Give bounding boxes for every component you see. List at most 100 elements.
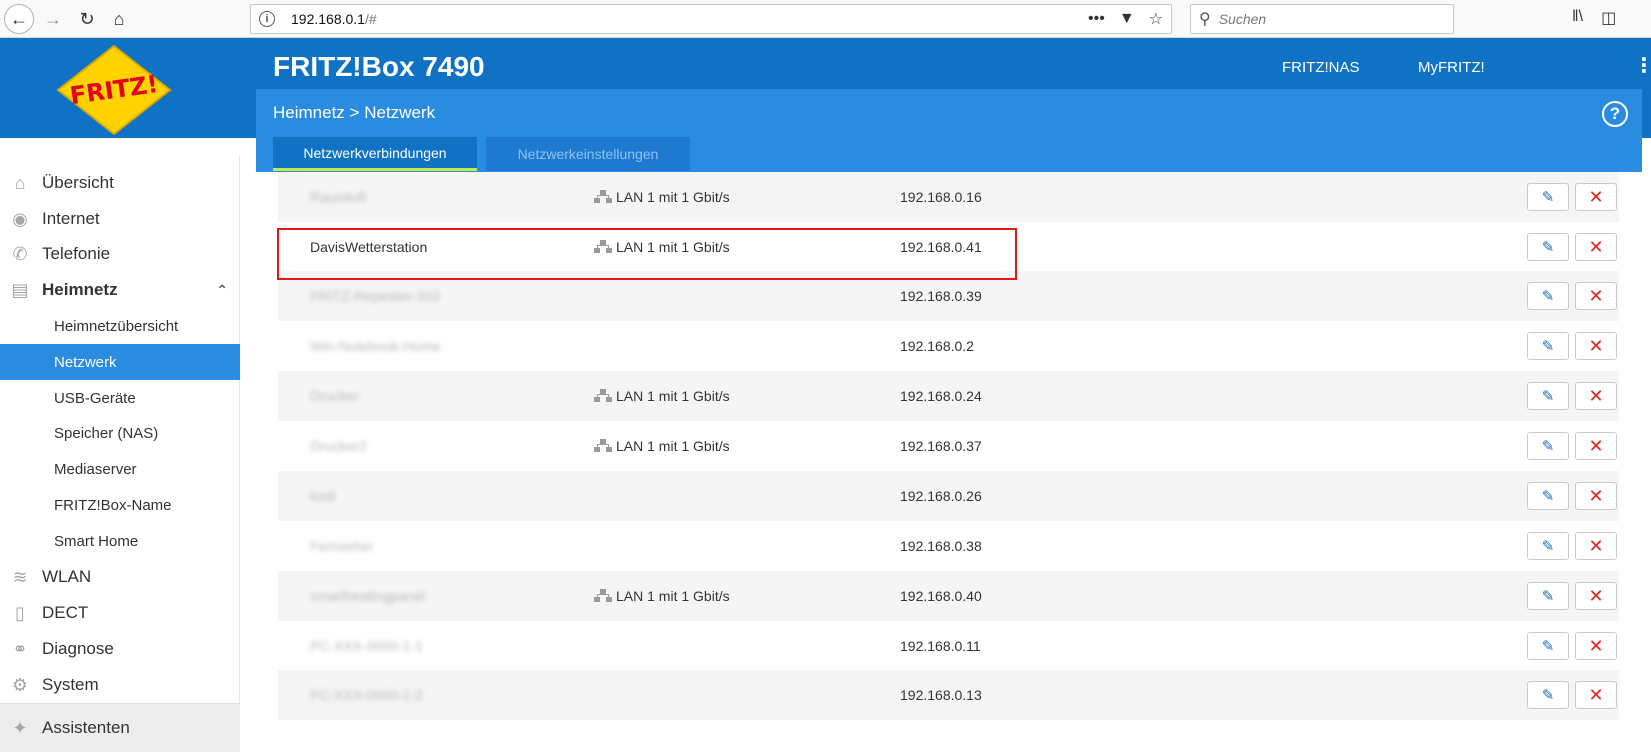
link-myfritz[interactable]: MyFRITZ! <box>1418 59 1485 76</box>
edit-button[interactable]: ✎ <box>1527 432 1569 460</box>
pencil-icon: ✎ <box>1541 638 1555 655</box>
breadcrumb-separator-icon: > <box>349 103 360 122</box>
sidebar-item-label: Telefonie <box>42 244 111 263</box>
sidebar-item-system[interactable]: ⚙ System <box>0 667 240 703</box>
delete-button[interactable]: ✕ <box>1575 332 1617 360</box>
sidebar-item-dect[interactable]: ▯ DECT <box>0 595 240 631</box>
connection-label: LAN 1 mit 1 Gbit/s <box>616 438 730 454</box>
reload-button[interactable]: ↻ <box>72 4 102 34</box>
device-connection: LAN 1 mit 1 Gbit/s <box>594 189 730 205</box>
close-icon: ✕ <box>1588 435 1604 456</box>
system-icon: ⚙ <box>11 674 29 695</box>
lan-icon <box>594 389 612 403</box>
chevron-up-icon: ⌃ <box>216 281 228 298</box>
device-name: Fernseher <box>310 538 374 554</box>
device-ip: 192.168.0.26 <box>900 488 982 504</box>
reload-icon: ↻ <box>79 8 95 29</box>
sidebar-item-assistenten[interactable]: ✦ Assistenten <box>0 703 240 752</box>
search-input[interactable]: ⚲ Suchen <box>1190 4 1454 34</box>
tab-netzwerkeinstellungen[interactable]: Netzwerkeinstellungen <box>486 137 690 171</box>
edit-button[interactable]: ✎ <box>1527 532 1569 560</box>
fritz-logo[interactable]: FRITZ! <box>54 44 174 136</box>
sidebar-subitem-fritzbox-name[interactable]: FRITZ!Box-Name <box>0 487 240 523</box>
help-icon[interactable]: ? <box>1602 101 1628 127</box>
close-icon: ✕ <box>1588 385 1604 406</box>
edit-button[interactable]: ✎ <box>1527 183 1569 211</box>
back-button[interactable]: ← <box>4 4 34 34</box>
sidebar-item-telefonie[interactable]: ✆ Telefonie <box>0 236 240 272</box>
sidebar-subitem-usb-geraete[interactable]: USB-Geräte <box>0 380 240 416</box>
kebab-menu-icon[interactable]: ⋮ <box>1634 56 1651 76</box>
tab-netzwerkverbindungen[interactable]: Netzwerkverbindungen <box>273 137 477 171</box>
arrow-left-icon: ← <box>10 8 28 29</box>
sidebar-item-uebersicht[interactable]: ⌂ Übersicht <box>0 165 240 201</box>
device-name: Raumluft <box>310 189 367 205</box>
edit-button[interactable]: ✎ <box>1527 681 1569 709</box>
delete-button[interactable]: ✕ <box>1575 582 1617 610</box>
pocket-icon[interactable]: ▼ <box>1119 10 1135 28</box>
connection-label: LAN 1 mit 1 Gbit/s <box>616 588 730 604</box>
device-connection: LAN 1 mit 1 Gbit/s <box>594 239 730 255</box>
breadcrumb: Heimnetz > Netzwerk <box>273 103 435 123</box>
sidebar-subitem-heimnetzuebersicht[interactable]: Heimnetzübersicht <box>0 308 240 344</box>
sidebar-item-label: Internet <box>42 209 100 228</box>
sidebar-subitem-mediaserver[interactable]: Mediaserver <box>0 451 240 487</box>
device-name: smartheatingpanel <box>310 588 426 604</box>
url-bar[interactable]: i 192.168.0.1/# ••• ▼ ☆ <box>250 4 1172 34</box>
edit-button[interactable]: ✎ <box>1527 482 1569 510</box>
sidebar-subitem-netzwerk[interactable]: Netzwerk <box>0 344 240 380</box>
sidebar-item-diagnose[interactable]: ⚭ Diagnose <box>0 631 240 667</box>
lan-icon <box>594 589 612 603</box>
delete-button[interactable]: ✕ <box>1575 282 1617 310</box>
more-actions-icon[interactable]: ••• <box>1088 10 1105 28</box>
edit-button[interactable]: ✎ <box>1527 233 1569 261</box>
edit-button[interactable]: ✎ <box>1527 632 1569 660</box>
search-placeholder: Suchen <box>1218 11 1267 27</box>
arrow-right-icon: → <box>44 8 62 29</box>
edit-button[interactable]: ✎ <box>1527 282 1569 310</box>
device-ip: 192.168.0.37 <box>900 438 982 454</box>
link-fritznas[interactable]: FRITZ!NAS <box>1282 59 1360 76</box>
info-icon[interactable]: i <box>259 11 275 27</box>
delete-button[interactable]: ✕ <box>1575 482 1617 510</box>
device-name: kodi <box>310 488 336 504</box>
delete-button[interactable]: ✕ <box>1575 382 1617 410</box>
sidebar-item-wlan[interactable]: ≋ WLAN <box>0 559 240 595</box>
sidebar-toggle-icon[interactable]: ◫ <box>1601 8 1616 28</box>
bookmark-star-icon[interactable]: ☆ <box>1149 9 1163 29</box>
device-ip: 192.168.0.39 <box>900 288 982 304</box>
edit-button[interactable]: ✎ <box>1527 332 1569 360</box>
device-connection: LAN 1 mit 1 Gbit/s <box>594 588 730 604</box>
delete-button[interactable]: ✕ <box>1575 432 1617 460</box>
table-row: PC-XXX-0000-1-1 192.168.0.11 ✎ ✕ <box>278 621 1619 671</box>
table-row: Raumluft LAN 1 mit 1 Gbit/s 192.168.0.16 ✎ ✕ <box>278 172 1619 222</box>
pencil-icon: ✎ <box>1541 189 1555 206</box>
edit-button[interactable]: ✎ <box>1527 582 1569 610</box>
delete-button[interactable]: ✕ <box>1575 183 1617 211</box>
sidebar-item-label: System <box>42 675 99 694</box>
sidebar-item-heimnetz[interactable]: ▤ Heimnetz ⌃ <box>0 272 240 308</box>
home-button[interactable]: ⌂ <box>104 4 134 34</box>
edit-button[interactable]: ✎ <box>1527 382 1569 410</box>
close-icon: ✕ <box>1588 186 1604 207</box>
device-name: Drucker2 <box>310 438 367 454</box>
sidebar-item-label: Assistenten <box>42 718 130 737</box>
breadcrumb-section[interactable]: Heimnetz <box>273 103 345 122</box>
device-name: FRITZ-Repeater-310 <box>310 288 440 304</box>
globe-icon: ◉ <box>12 208 28 229</box>
device-ip: 192.168.0.13 <box>900 687 982 703</box>
delete-button[interactable]: ✕ <box>1575 532 1617 560</box>
library-icon[interactable]: ‖\ <box>1572 8 1583 28</box>
forward-button[interactable]: → <box>38 4 68 34</box>
sidebar-subitem-smart-home[interactable]: Smart Home <box>0 523 240 559</box>
diagnose-icon: ⚭ <box>12 638 28 659</box>
table-row: Drucker LAN 1 mit 1 Gbit/s 192.168.0.24 ✎ ✕ <box>278 371 1619 421</box>
device-ip: 192.168.0.24 <box>900 388 982 404</box>
delete-button[interactable]: ✕ <box>1575 233 1617 261</box>
delete-button[interactable]: ✕ <box>1575 681 1617 709</box>
device-connection: LAN 1 mit 1 Gbit/s <box>594 438 730 454</box>
delete-button[interactable]: ✕ <box>1575 632 1617 660</box>
sidebar-subitem-speicher-nas[interactable]: Speicher (NAS) <box>0 415 240 451</box>
lan-icon <box>594 240 612 254</box>
sidebar-item-internet[interactable]: ◉ Internet <box>0 201 240 237</box>
